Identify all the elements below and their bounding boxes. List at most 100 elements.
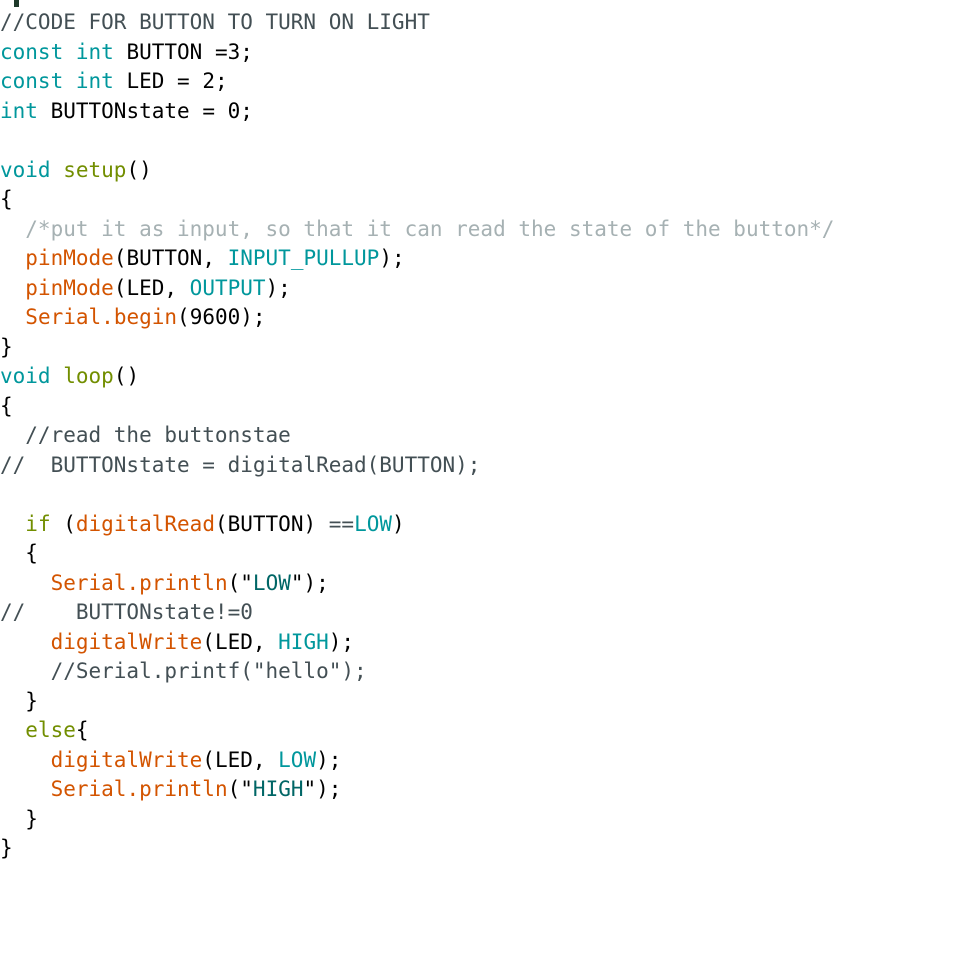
code-token-num: 9600 bbox=[189, 305, 241, 329]
code-line: int BUTTONstate = 0; bbox=[0, 97, 956, 127]
code-line: else{ bbox=[0, 716, 956, 746]
code-token-kw: const bbox=[0, 39, 64, 64]
code-token-punc: } bbox=[0, 806, 38, 831]
code-line: { bbox=[0, 392, 956, 422]
code-token-plain: BUTTONstate bbox=[37, 98, 203, 123]
code-token-punc: ); bbox=[265, 275, 291, 300]
code-token-quote: " bbox=[290, 570, 304, 595]
code-token-string: LOW bbox=[252, 570, 291, 595]
code-line: digitalWrite(LED, LOW); bbox=[0, 746, 956, 776]
code-token-comment: // BUTTONstate!=0 bbox=[0, 600, 253, 624]
code-token-kw: int bbox=[75, 39, 114, 64]
code-token-op: == bbox=[328, 511, 355, 536]
code-text-area[interactable]: //CODE FOR BUTTON TO TURN ON LIGHT const … bbox=[0, 8, 956, 864]
code-token-punc: } bbox=[0, 334, 13, 359]
code-token-punc: ; bbox=[240, 98, 253, 123]
code-token-punc: ); bbox=[240, 305, 266, 329]
code-line: void setup() bbox=[0, 156, 956, 186]
code-token-quote: " bbox=[240, 570, 253, 595]
code-token-func: . bbox=[101, 305, 114, 329]
code-token-punc: ) bbox=[392, 511, 405, 536]
code-line: const int LED = 2; bbox=[0, 67, 956, 97]
code-line: // BUTTONstate!=0 bbox=[0, 598, 956, 628]
code-line: } bbox=[0, 805, 956, 835]
code-token-func: digitalWrite bbox=[50, 629, 203, 654]
code-line: } bbox=[0, 333, 956, 363]
code-token-comment: //CODE FOR BUTTON TO TURN ON LIGHT bbox=[0, 10, 430, 34]
code-line: void loop() bbox=[0, 362, 956, 392]
code-token-punc: () bbox=[113, 364, 140, 388]
code-token-func: pinMode bbox=[25, 275, 114, 300]
code-token-punc: ( bbox=[227, 570, 241, 595]
code-token-num: 3 bbox=[227, 39, 241, 64]
code-token-num: 2 bbox=[202, 69, 215, 93]
code-token-punc: { bbox=[75, 718, 89, 742]
code-token-func: begin bbox=[113, 305, 178, 329]
code-token-punc: ); bbox=[303, 570, 329, 595]
code-editor-pane[interactable]: //CODE FOR BUTTON TO TURN ON LIGHT const … bbox=[0, 0, 956, 978]
code-token-plain: = bbox=[214, 39, 228, 64]
code-token-kw: void bbox=[0, 157, 51, 182]
code-token-punc: { bbox=[0, 393, 13, 418]
code-line: { bbox=[0, 185, 956, 215]
code-token-fnname: else bbox=[25, 718, 76, 742]
code-token-kw: void bbox=[0, 364, 51, 388]
code-token-kw: const bbox=[0, 69, 64, 93]
code-token-const: HIGH bbox=[278, 629, 329, 654]
code-token-punc: { bbox=[0, 187, 13, 211]
code-token-punc: ( bbox=[227, 777, 241, 801]
code-token-func: println bbox=[139, 570, 228, 595]
code-token-quote: " bbox=[303, 777, 317, 801]
code-token-const: OUTPUT bbox=[189, 275, 266, 300]
clipped-previous-line-sliver bbox=[14, 0, 19, 7]
code-token-quote: " bbox=[240, 777, 253, 801]
code-line: Serial.begin(9600); bbox=[0, 303, 956, 333]
code-token-punc: (LED, bbox=[113, 275, 190, 300]
code-token-punc: (BUTTON) bbox=[214, 511, 329, 536]
code-token-punc: ); bbox=[379, 246, 405, 270]
code-token-func: Serial bbox=[50, 777, 127, 801]
code-token-func: . bbox=[126, 570, 140, 595]
code-line: /*put it as input, so that it can read t… bbox=[0, 215, 956, 245]
code-line: // BUTTONstate = digitalRead(BUTTON); bbox=[0, 451, 956, 481]
code-token-plain: BUTTON bbox=[113, 39, 215, 64]
code-token-punc: } bbox=[0, 688, 38, 713]
code-token-func: println bbox=[139, 777, 228, 801]
code-token-punc: ( bbox=[177, 305, 190, 329]
code-token-func: Serial bbox=[25, 305, 102, 329]
code-token-comment: // BUTTONstate = digitalRead(BUTTON); bbox=[0, 452, 481, 477]
code-token-fnname: loop bbox=[63, 364, 114, 388]
code-line: //CODE FOR BUTTON TO TURN ON LIGHT bbox=[0, 8, 956, 38]
code-token-punc: (BUTTON, bbox=[113, 246, 228, 270]
code-token-func: . bbox=[126, 777, 140, 801]
code-token-comment: //Serial.printf("hello"); bbox=[0, 659, 367, 683]
code-line: //read the buttonstae bbox=[0, 421, 956, 451]
code-line: if (digitalRead(BUTTON) ==LOW) bbox=[0, 510, 956, 540]
code-token-blockc: /*put it as input, so that it can read t… bbox=[0, 216, 835, 241]
code-line: Serial.println("HIGH"); bbox=[0, 775, 956, 805]
code-token-plain: = bbox=[177, 69, 190, 93]
code-token-plain: = bbox=[202, 98, 215, 123]
code-token-fnname: setup bbox=[63, 157, 127, 182]
code-token-fnname: if bbox=[25, 511, 51, 536]
code-token-punc: } bbox=[0, 836, 13, 860]
code-token-func: Serial bbox=[50, 570, 127, 595]
code-token-punc: () bbox=[126, 157, 152, 182]
code-token-punc: ); bbox=[316, 747, 342, 772]
